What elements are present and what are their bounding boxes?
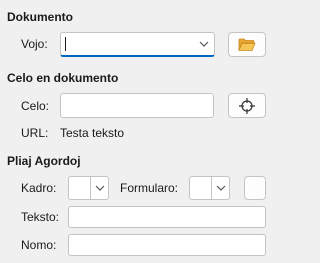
browse-button[interactable] xyxy=(228,32,266,57)
target-button[interactable] xyxy=(228,93,266,118)
celo-input[interactable] xyxy=(60,93,214,118)
chevron-down-icon xyxy=(95,185,104,191)
kadro-label: Kadro: xyxy=(21,181,57,195)
url-value: Testa teksto xyxy=(60,126,125,140)
agordoj-heading: Pliaj Agordoj xyxy=(7,154,81,168)
vojo-label: Vojo: xyxy=(21,37,48,51)
nomo-label: Nomo: xyxy=(21,238,57,252)
celo-heading: Celo en dokumento xyxy=(7,71,119,85)
vojo-combobox[interactable] xyxy=(60,32,215,57)
formularo-label: Formularo: xyxy=(120,181,179,195)
kadro-combobox[interactable] xyxy=(68,176,109,200)
kadro-dropdown-button[interactable] xyxy=(91,177,108,199)
nomo-input[interactable] xyxy=(68,234,266,256)
formularo-dropdown-button[interactable] xyxy=(212,177,229,199)
crosshair-icon xyxy=(239,97,255,114)
text-caret xyxy=(65,37,66,51)
folder-open-icon xyxy=(238,38,256,51)
vojo-dropdown-button[interactable] xyxy=(195,34,213,54)
dokumento-heading: Dokumento xyxy=(7,10,73,24)
teksto-input[interactable] xyxy=(68,206,266,228)
formularo-combobox[interactable] xyxy=(189,176,230,200)
chevron-down-icon xyxy=(216,185,225,191)
teksto-label: Teksto: xyxy=(21,210,60,224)
url-label: URL: xyxy=(21,126,49,140)
form-options-button[interactable] xyxy=(244,176,266,200)
celo-label: Celo: xyxy=(21,99,50,113)
chevron-down-icon xyxy=(199,41,209,47)
